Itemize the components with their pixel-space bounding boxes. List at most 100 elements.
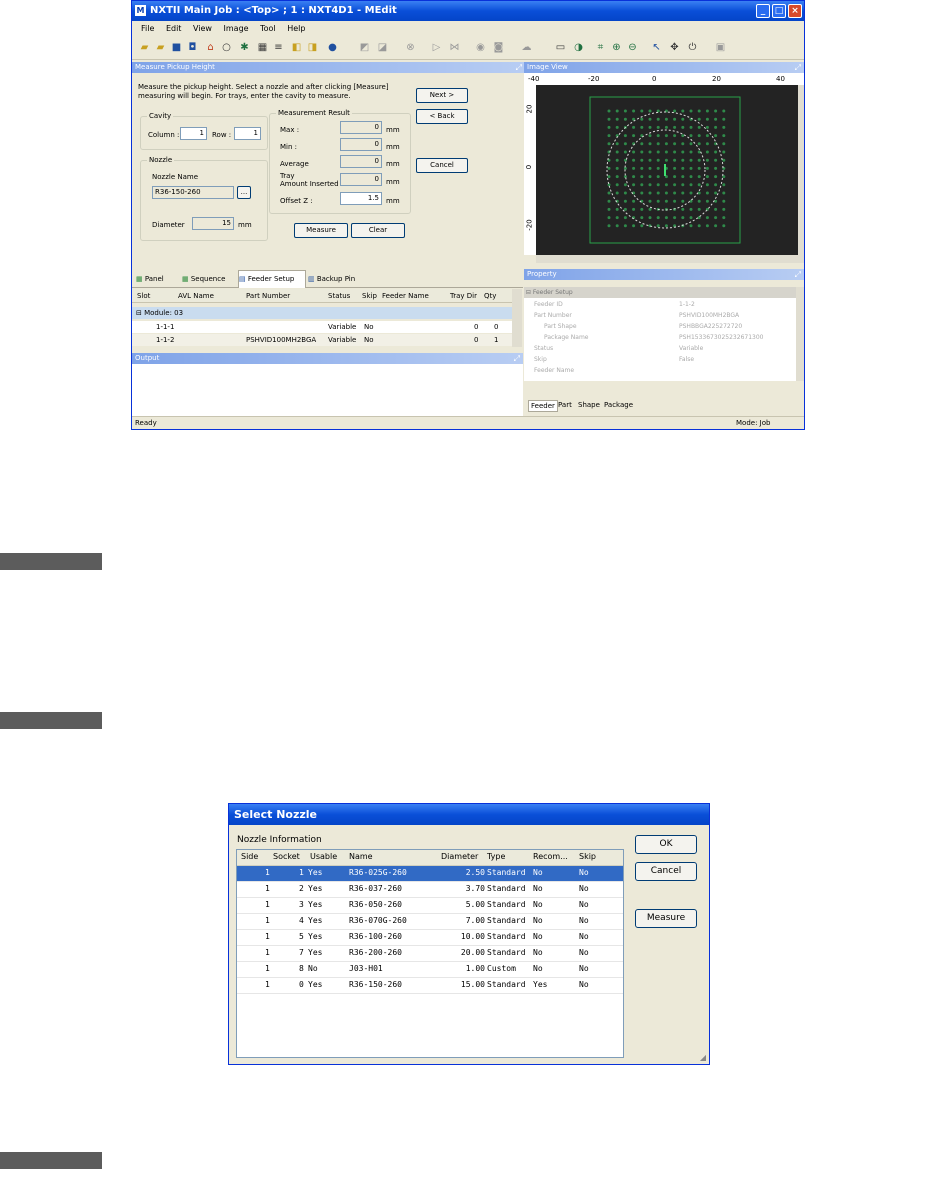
tab-package[interactable]: Package — [604, 401, 633, 409]
rotate-icon[interactable]: ⏻ — [686, 41, 699, 54]
tab-sequence[interactable]: ▦ Sequence — [182, 272, 238, 286]
property-row[interactable]: Part Shape PSHBBGA225272720 — [544, 321, 796, 332]
table-row[interactable]: 1 0 Yes R36-150-260 15.00 Standard Yes No — [237, 978, 623, 994]
image-vertical-scrollbar[interactable] — [798, 85, 804, 255]
table-row[interactable]: 1 4 Yes R36-070G-260 7.00 Standard No No — [237, 914, 623, 930]
tab-feeder[interactable]: Feeder — [528, 400, 558, 412]
next-button[interactable]: Next > — [416, 88, 468, 103]
help-icon[interactable]: ● — [326, 41, 339, 54]
column-header[interactable]: Part Number — [246, 292, 290, 300]
property-row[interactable]: Skip False — [534, 354, 796, 365]
save-icon[interactable]: ■ — [170, 41, 183, 54]
move-icon[interactable]: ✥ — [668, 41, 681, 54]
play-icon[interactable]: ▷ — [430, 41, 443, 54]
grid-icon[interactable]: ▦ — [256, 41, 269, 54]
export-icon[interactable]: ◨ — [306, 41, 319, 54]
property-row[interactable]: Package Name PSH1533673025232671300 — [544, 332, 796, 343]
menu-tool[interactable]: Tool — [260, 24, 276, 33]
column-header[interactable]: Skip — [579, 852, 596, 861]
property-row[interactable]: Feeder ID 1-1-2 — [534, 299, 796, 310]
property-scrollbar[interactable] — [796, 287, 804, 381]
import-icon[interactable]: ◧ — [290, 41, 303, 54]
menu-help[interactable]: Help — [287, 24, 305, 33]
list-icon[interactable]: ≡ — [272, 41, 285, 54]
menu-file[interactable]: File — [141, 24, 154, 33]
measure-button[interactable]: Measure — [294, 223, 348, 238]
column-header[interactable]: Type — [487, 852, 505, 861]
table-row[interactable]: 1 8 No J03-H01 1.00 Custom No No — [237, 962, 623, 978]
column-header[interactable]: Socket — [273, 852, 300, 861]
column-header[interactable]: Name — [349, 852, 373, 861]
menu-image[interactable]: Image — [224, 24, 249, 33]
tab-part[interactable]: Part — [558, 401, 572, 409]
grid-scrollbar[interactable] — [512, 289, 522, 347]
zoom-out-icon[interactable]: ⊖ — [626, 41, 639, 54]
column-header[interactable]: AVL Name — [178, 292, 214, 300]
property-row[interactable]: Feeder Name — [534, 365, 796, 376]
dialog-cancel-button[interactable]: Cancel — [635, 862, 697, 881]
folder-icon[interactable]: ▰ — [154, 41, 167, 54]
menu-view[interactable]: View — [193, 24, 212, 33]
table-row[interactable]: 1-1-1 Variable No 0 0 — [132, 321, 512, 333]
tab-shape[interactable]: Shape — [578, 401, 600, 409]
minimize-button[interactable]: _ — [756, 4, 770, 18]
table-row[interactable]: 1 5 Yes R36-100-260 10.00 Standard No No — [237, 930, 623, 946]
tool-b-icon[interactable]: ◪ — [376, 41, 389, 54]
menu-edit[interactable]: Edit — [166, 24, 182, 33]
maximize-button[interactable]: □ — [772, 4, 786, 18]
row-input[interactable]: 1 — [234, 127, 261, 140]
ok-button[interactable]: OK — [635, 835, 697, 854]
column-header[interactable]: Slot — [137, 292, 150, 300]
table-row[interactable]: 1 2 Yes R36-037-260 3.70 Standard No No — [237, 882, 623, 898]
tool-a-icon[interactable]: ◩ — [358, 41, 371, 54]
refresh-icon[interactable]: ○ — [220, 41, 233, 54]
resize-grip-icon[interactable]: ◢ — [700, 1053, 706, 1062]
back-button[interactable]: < Back — [416, 109, 468, 124]
property-row[interactable]: Status Variable — [534, 343, 796, 354]
table-row[interactable]: 1 1 Yes R36-025G-260 2.50 Standard No No — [237, 866, 623, 882]
camera-icon[interactable]: ◙ — [492, 41, 505, 54]
record-icon[interactable]: ◉ — [474, 41, 487, 54]
close-button[interactable]: × — [788, 4, 802, 18]
cancel-button[interactable]: Cancel — [416, 158, 468, 173]
tab-backup-pin[interactable]: ▥ Backup Pin — [308, 272, 364, 286]
column-header[interactable]: Qty — [484, 292, 496, 300]
browse-nozzle-button[interactable]: ... — [237, 186, 251, 199]
nozzle-list[interactable]: Side Socket Usable Name Diameter Type Re… — [236, 849, 624, 1058]
tab-feeder-setup[interactable]: ▤ Feeder Setup — [238, 270, 306, 288]
offset-z-input[interactable]: 1.5 — [340, 192, 382, 205]
view-icon[interactable]: ▭ — [554, 41, 567, 54]
pointer-icon[interactable]: ↖ — [650, 41, 663, 54]
column-input[interactable]: 1 — [180, 127, 207, 140]
part-image-canvas[interactable] — [536, 85, 798, 255]
print-icon[interactable]: ▣ — [714, 41, 727, 54]
column-header[interactable]: Side — [241, 852, 258, 861]
tab-panel[interactable]: ▦ Panel — [136, 272, 180, 286]
column-header[interactable]: Status — [328, 292, 350, 300]
globe-icon[interactable]: ◑ — [572, 41, 585, 54]
fit-icon[interactable]: ⌗ — [594, 41, 607, 54]
column-header[interactable]: Skip — [362, 292, 377, 300]
column-header[interactable]: Recom... — [533, 852, 568, 861]
home-icon[interactable]: ⌂ — [204, 41, 217, 54]
column-header[interactable]: Diameter — [441, 852, 478, 861]
open-folder-icon[interactable]: ▰ — [138, 41, 151, 54]
module-group-row[interactable]: ⊟ Module: 03 — [132, 307, 512, 319]
column-header[interactable]: Feeder Name — [382, 292, 429, 300]
clear-button[interactable]: Clear — [351, 223, 405, 238]
column-header[interactable]: Usable — [310, 852, 337, 861]
step-icon[interactable]: ⋈ — [448, 41, 461, 54]
zoom-in-icon[interactable]: ⊕ — [610, 41, 623, 54]
property-section-header[interactable]: ⊟ Feeder Setup — [524, 287, 796, 298]
property-row[interactable]: Part Number PSHVID100MH2BGA — [534, 310, 796, 321]
cloud-icon[interactable]: ☁ — [520, 41, 533, 54]
image-horizontal-scrollbar[interactable] — [536, 255, 804, 263]
component-icon[interactable]: ✱ — [238, 41, 251, 54]
stop-icon[interactable]: ⊗ — [404, 41, 417, 54]
table-row[interactable]: 1-1-2 PSHVID100MH2BGA Variable No 0 1 — [132, 334, 512, 346]
table-row[interactable]: 1 3 Yes R36-050-260 5.00 Standard No No — [237, 898, 623, 914]
dialog-measure-button[interactable]: Measure — [635, 909, 697, 928]
table-row[interactable]: 1 7 Yes R36-200-260 20.00 Standard No No — [237, 946, 623, 962]
column-header[interactable]: Tray Dir — [450, 292, 477, 300]
save-as-icon[interactable]: ◘ — [186, 41, 199, 54]
